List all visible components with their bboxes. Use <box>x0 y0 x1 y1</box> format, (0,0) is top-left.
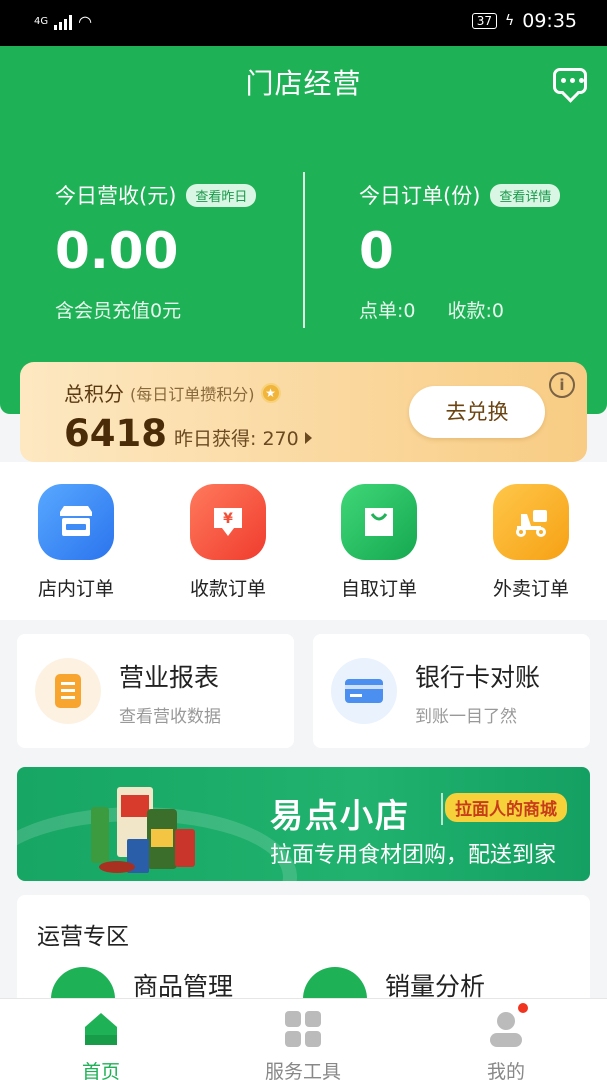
card-subtitle: 查看营收数据 <box>119 707 221 727</box>
battery-icon: 37 <box>471 13 497 29</box>
quick-action-pickup-orders[interactable]: 自取订单 <box>319 484 439 601</box>
points-card[interactable]: 总积分 (每日订单攒积分) ★ 6418 昨日获得: 270 去兑换 i <box>20 362 587 462</box>
banner-subtitle: 拉面专用食材团购，配送到家 <box>270 843 557 868</box>
orders-value: 0 <box>359 222 394 280</box>
wifi-icon: ◠ <box>78 12 93 31</box>
page-title: 门店经营 <box>245 67 362 100</box>
profile-icon <box>486 1001 530 1049</box>
view-details-button[interactable]: 查看详情 <box>490 183 561 207</box>
quick-action-delivery-orders[interactable]: 外卖订单 <box>471 484 591 601</box>
tab-label: 首页 <box>81 1061 120 1080</box>
promo-banner[interactable]: 易点小店 拉面人的商城 拉面专用食材团购，配送到家 <box>17 767 590 881</box>
signal-icon <box>54 14 73 30</box>
tab-label: 我的 <box>486 1061 525 1080</box>
revenue-label: 今日营收(元) <box>55 184 177 208</box>
redeem-button[interactable]: 去兑换 <box>409 386 545 438</box>
star-coin-icon: ★ <box>260 382 281 403</box>
view-yesterday-button[interactable]: 查看昨日 <box>186 183 257 207</box>
banner-tag: 拉面人的商城 <box>445 793 567 822</box>
quick-action-label: 收款订单 <box>189 578 266 600</box>
revenue-stat: 今日营收(元) 查看昨日 0.00 含会员充值0元 <box>55 180 257 323</box>
message-icon[interactable] <box>553 68 587 94</box>
quick-actions: 店内订单 ¥ 收款订单 自取订单 外卖订单 <box>0 462 607 620</box>
home-icon <box>81 1009 121 1049</box>
header: 门店经营 今日营收(元) 查看昨日 0.00 含会员充值0元 今日订单(份) 查… <box>0 46 607 414</box>
quick-action-label: 外卖订单 <box>492 578 569 600</box>
delivery-scooter-icon <box>493 484 569 560</box>
clock: 09:35 <box>522 10 577 32</box>
status-left: 4G ◠ <box>34 12 92 31</box>
points-note: (每日订单攒积分) <box>130 384 255 404</box>
stat-divider <box>303 172 305 328</box>
yuan-download-icon: ¥ <box>190 484 266 560</box>
tab-label: 服务工具 <box>264 1061 341 1080</box>
report-icon <box>35 658 101 724</box>
banner-title: 易点小店 <box>270 796 410 835</box>
card-title: 营业报表 <box>119 663 220 692</box>
points-label: 总积分 <box>64 382 124 406</box>
quick-action-payment-orders[interactable]: ¥ 收款订单 <box>168 484 288 601</box>
bank-card-icon <box>331 658 397 724</box>
orders-label: 今日订单(份) <box>359 184 481 208</box>
notification-dot <box>516 1001 530 1015</box>
section-title: 运营专区 <box>37 924 129 950</box>
tab-profile[interactable]: 我的 <box>446 1001 566 1080</box>
revenue-sub: 含会员充值0元 <box>55 300 182 322</box>
card-subtitle: 到账一目了然 <box>415 707 517 727</box>
orders-dine-count: 点单:0 <box>359 300 416 322</box>
points-yesterday-text: 昨日获得: 270 <box>174 428 299 450</box>
tab-service-tools[interactable]: 服务工具 <box>243 1009 363 1080</box>
banner-separator <box>441 793 443 825</box>
bottom-tab-bar: 首页 服务工具 我的 <box>0 998 607 1080</box>
business-report-card[interactable]: 营业报表 查看营收数据 <box>17 634 294 748</box>
status-right: 37 ϟ 09:35 <box>471 10 577 32</box>
shopping-bag-icon <box>341 484 417 560</box>
network-label: 4G <box>34 16 49 27</box>
store-icon <box>38 484 114 560</box>
card-title: 银行卡对账 <box>415 663 541 692</box>
tab-home[interactable]: 首页 <box>41 1009 161 1080</box>
bank-reconciliation-card[interactable]: 银行卡对账 到账一目了然 <box>313 634 590 748</box>
info-icon[interactable]: i <box>549 372 575 398</box>
points-value: 6418 <box>64 412 167 455</box>
quick-action-dine-in-orders[interactable]: 店内订单 <box>16 484 136 601</box>
orders-stat: 今日订单(份) 查看详情 0 点单:0 收款:0 <box>359 180 561 323</box>
banner-products-image <box>91 787 195 873</box>
points-yesterday[interactable]: 昨日获得: 270 <box>174 424 312 451</box>
grid-icon <box>283 1009 323 1049</box>
svg-text:¥: ¥ <box>223 511 233 527</box>
quick-action-label: 店内订单 <box>37 578 114 600</box>
status-bar: 4G ◠ 37 ϟ 09:35 <box>0 0 607 46</box>
revenue-value: 0.00 <box>55 222 179 280</box>
charging-icon: ϟ <box>504 13 515 29</box>
orders-payment-count: 收款:0 <box>447 300 505 322</box>
chevron-right-icon <box>304 431 312 444</box>
quick-action-label: 自取订单 <box>340 578 417 600</box>
